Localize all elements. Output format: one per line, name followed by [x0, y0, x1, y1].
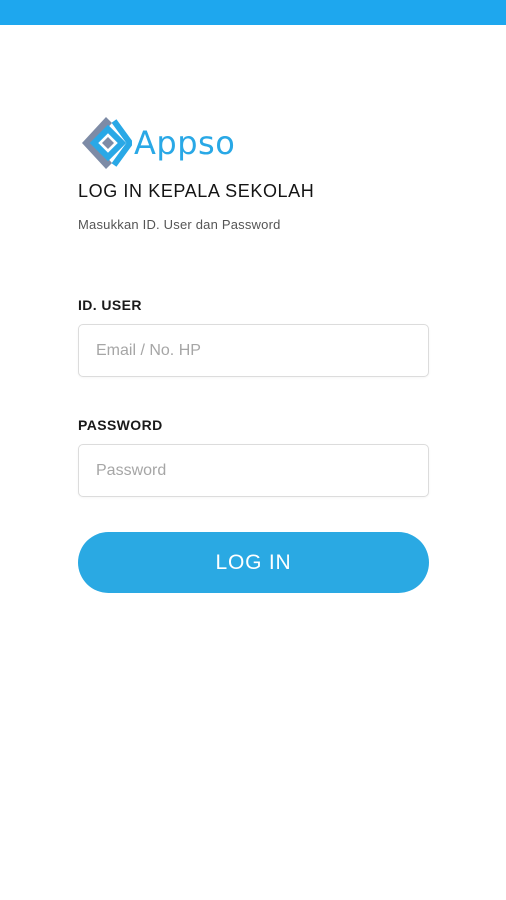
- password-input[interactable]: [79, 445, 428, 496]
- password-label: PASSWORD: [78, 417, 163, 433]
- appso-logo: Appso: [80, 115, 235, 171]
- status-bar: [0, 0, 506, 25]
- page-title: LOG IN KEPALA SEKOLAH: [78, 181, 315, 201]
- logo-text: Appso: [134, 124, 236, 162]
- user-id-field-container[interactable]: [78, 324, 429, 377]
- user-id-label: ID. USER: [78, 297, 142, 313]
- login-button[interactable]: LOG IN: [78, 532, 429, 593]
- password-field-container[interactable]: [78, 444, 429, 497]
- page-subtitle: Masukkan ID. User dan Password: [78, 217, 281, 232]
- appso-diamond-logo-icon: [82, 117, 132, 169]
- user-id-input[interactable]: [79, 325, 428, 376]
